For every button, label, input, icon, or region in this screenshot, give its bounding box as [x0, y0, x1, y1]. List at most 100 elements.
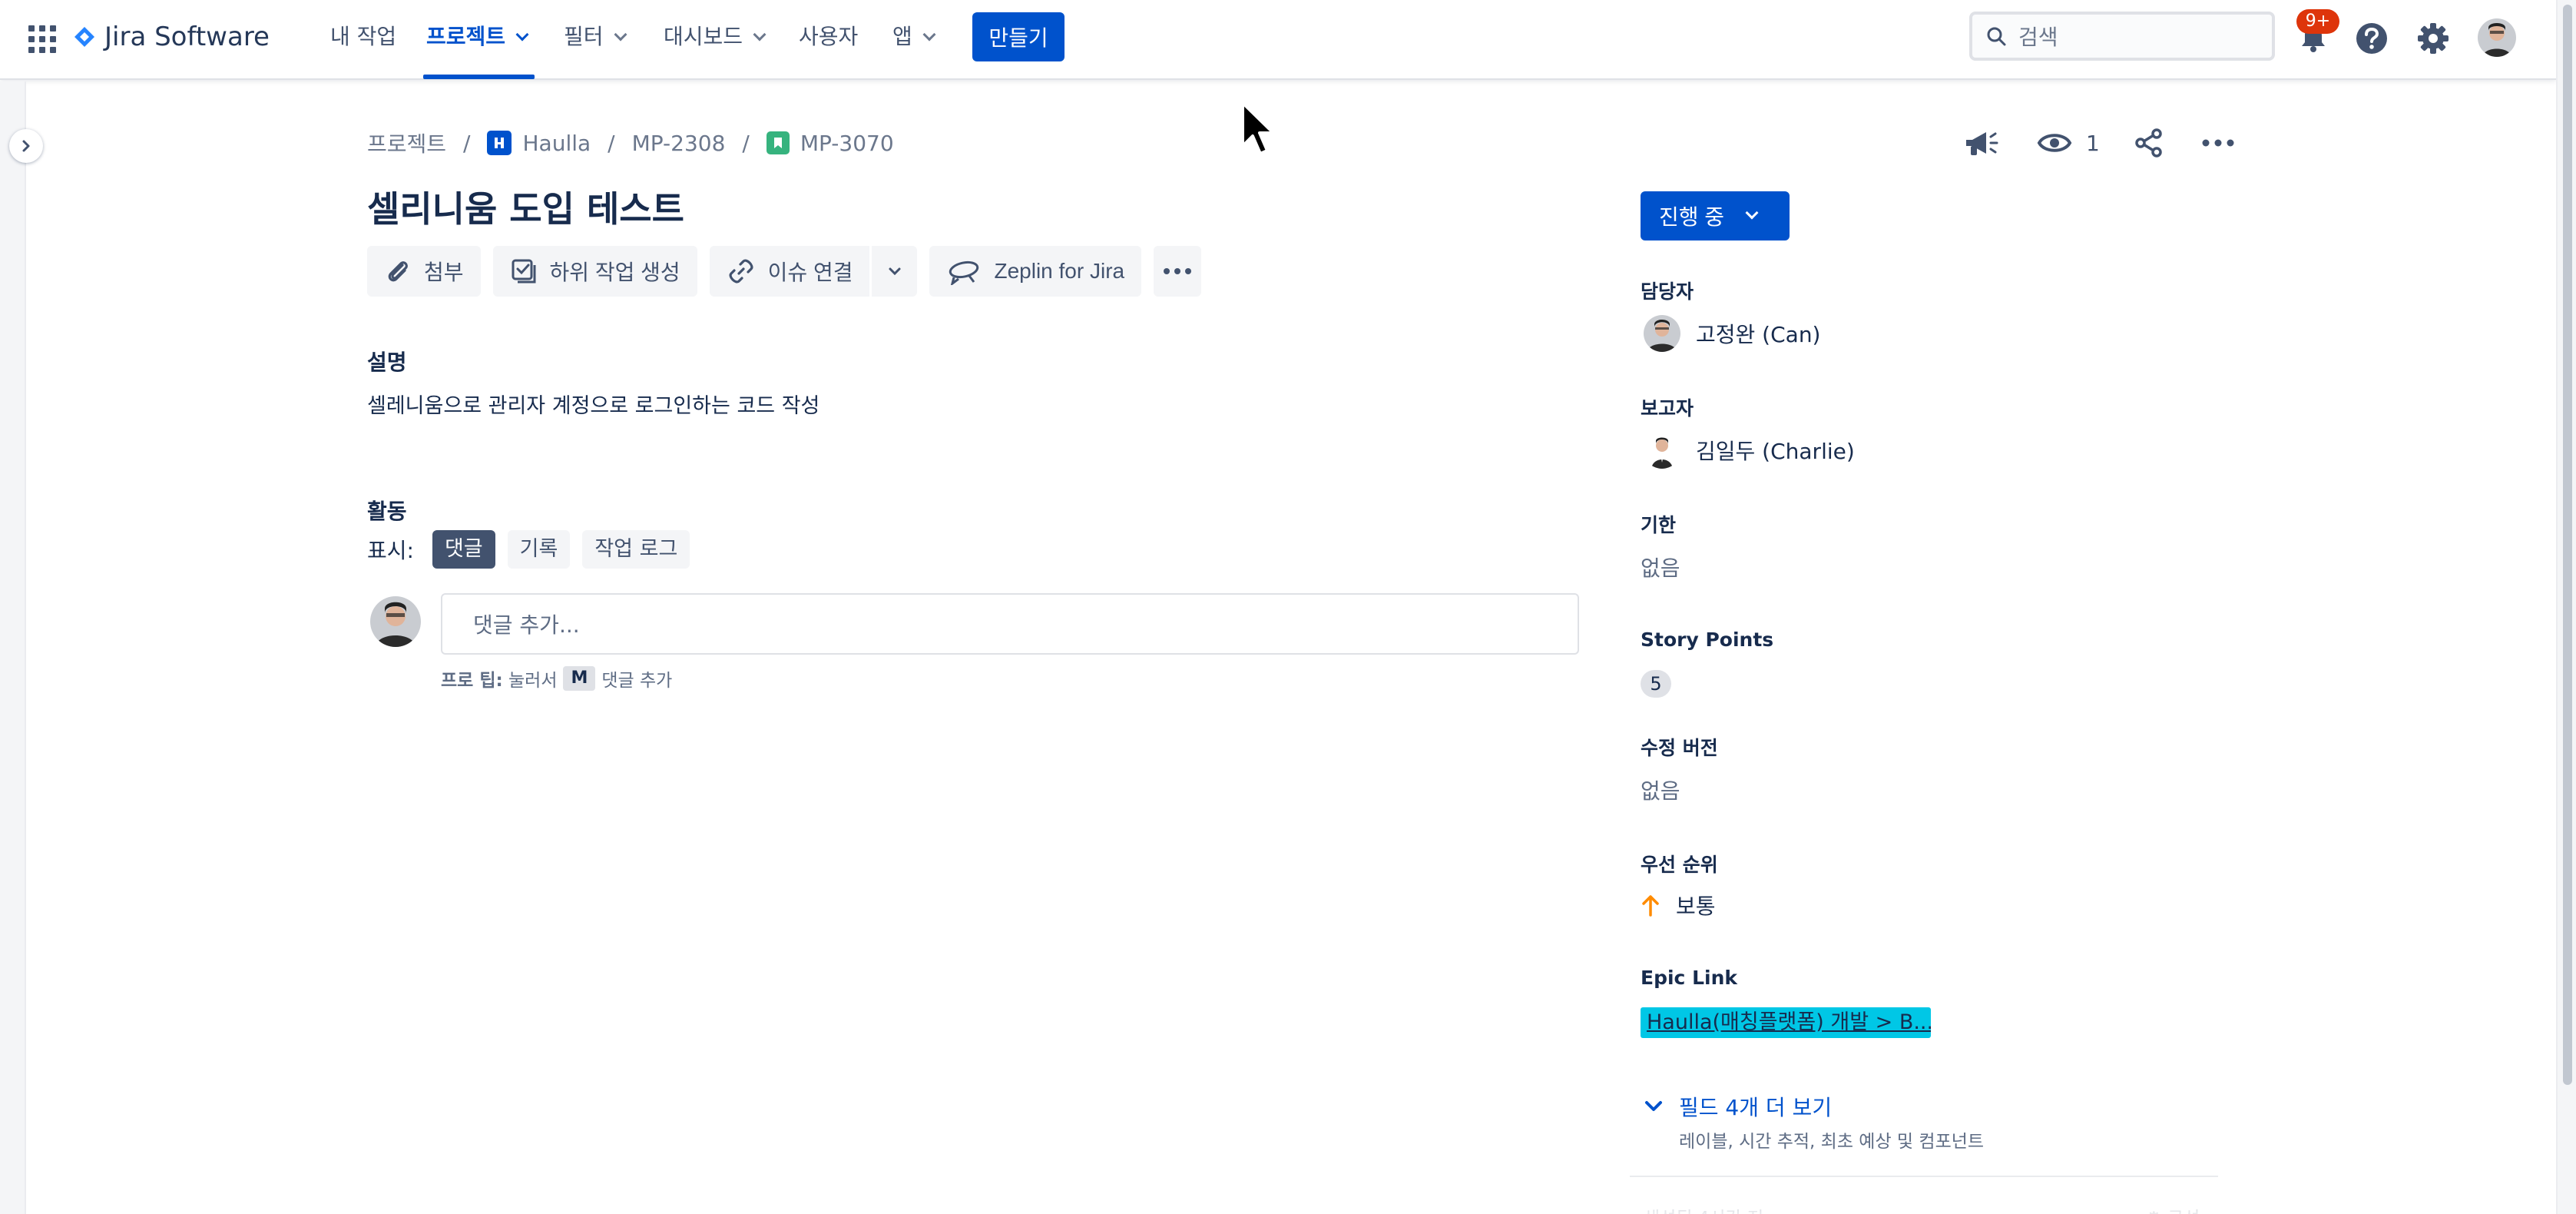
divider	[1630, 1176, 2218, 1177]
avatar	[370, 596, 421, 647]
epic-link-label: Epic Link	[1641, 967, 1737, 989]
activity-heading: 활동	[367, 499, 407, 524]
link-icon	[729, 259, 753, 284]
keyboard-shortcut-key: M	[563, 666, 596, 691]
watch-button[interactable]: 1	[2037, 123, 2100, 163]
nav-dashboards[interactable]: 대시보드	[664, 17, 767, 57]
link-issue-dropdown[interactable]	[869, 246, 918, 297]
product-name: Jira Software	[104, 22, 270, 52]
show-label: 표시:	[367, 538, 414, 563]
scrollbar-thumb[interactable]	[2563, 5, 2572, 1085]
help-button[interactable]	[2352, 18, 2392, 58]
arrow-up-icon	[1642, 895, 1659, 917]
chevron-down-icon	[614, 28, 627, 41]
fix-version-field[interactable]: 없음	[1641, 775, 1680, 805]
priority-field[interactable]: 보통	[1641, 890, 1716, 920]
link-issue-group: 이슈 연결	[709, 246, 918, 297]
expand-sidebar-button[interactable]	[9, 129, 43, 163]
watchers-count: 1	[2086, 130, 2100, 156]
description-heading: 설명	[367, 350, 407, 375]
due-date-field[interactable]: 없음	[1641, 552, 1680, 582]
due-date-label: 기한	[1641, 514, 1677, 536]
more-fields-description: 레이블, 시간 추적, 최초 예상 및 컴포넌트	[1679, 1132, 1985, 1152]
priority-label: 우선 순위	[1641, 854, 1718, 876]
more-actions-button[interactable]	[2201, 123, 2235, 163]
feedback-button[interactable]	[1963, 123, 1998, 163]
project-icon	[487, 131, 512, 155]
breadcrumb-project[interactable]: Haulla	[522, 131, 591, 156]
breadcrumb: 프로젝트 / Haulla / MP-2308 / MP-3070	[367, 126, 894, 160]
tab-comments[interactable]: 댓글	[432, 530, 495, 569]
story-points-badge: 5	[1641, 670, 1671, 698]
nav-apps[interactable]: 앱	[892, 17, 936, 57]
reporter-field[interactable]: 김일두 (Charlie)	[1641, 432, 1855, 469]
show-more-fields-button[interactable]: 필드 4개 더 보기	[1644, 1091, 1832, 1122]
pro-tip: 프로 팁: 눌러서 M 댓글 추가	[441, 665, 672, 692]
nav-my-work[interactable]: 내 작업	[330, 17, 396, 57]
breadcrumb-separator: /	[463, 130, 471, 156]
search-input[interactable]: 검색	[1969, 12, 2275, 61]
jira-logo[interactable]: Jira Software	[74, 18, 270, 55]
zeplin-button[interactable]: Zeplin for Jira	[929, 246, 1142, 297]
more-icon	[2202, 139, 2234, 147]
jira-logo-icon	[74, 27, 94, 47]
chevron-down-icon	[889, 267, 901, 276]
issue-title[interactable]: 셀리니움 도입 테스트	[367, 181, 684, 232]
breadcrumb-issue[interactable]: MP-3070	[800, 131, 894, 156]
tab-history[interactable]: 기록	[507, 530, 571, 569]
link-issue-button[interactable]: 이슈 연결	[709, 246, 870, 297]
status-button[interactable]: 진행 중	[1641, 191, 1790, 240]
eye-icon	[2037, 134, 2072, 152]
tab-worklog[interactable]: 작업 로그	[582, 530, 690, 569]
nav-people[interactable]: 사용자	[799, 17, 858, 57]
breadcrumb-epic[interactable]: MP-2308	[632, 131, 726, 156]
megaphone-icon	[1966, 132, 1998, 155]
notification-badge: 9+	[2296, 9, 2339, 34]
app-switcher-icon[interactable]	[26, 23, 57, 54]
nav-projects[interactable]: 프로젝트	[426, 17, 529, 57]
attach-button[interactable]: 첨부	[367, 246, 481, 297]
search-placeholder: 검색	[2018, 25, 2058, 50]
reporter-label: 보고자	[1641, 397, 1694, 420]
created-timestamp: 생성됨 4시간 전	[1644, 1203, 1763, 1214]
configure-link[interactable]: ⚙ 구성	[2146, 1203, 2200, 1214]
story-points-label: Story Points	[1641, 629, 1774, 651]
create-subtask-button[interactable]: 하위 작업 생성	[492, 246, 697, 297]
story-icon	[766, 131, 790, 154]
nav-filters[interactable]: 필터	[564, 17, 627, 57]
mouse-cursor-icon	[1241, 101, 1275, 155]
breadcrumb-separator: /	[608, 130, 615, 156]
epic-link[interactable]: Haulla(매칭플랫폼) 개발 > B...	[1641, 1007, 1931, 1038]
share-button[interactable]	[2134, 123, 2164, 163]
chevron-right-icon	[22, 140, 30, 152]
settings-button[interactable]	[2413, 18, 2453, 58]
assignee-label: 담당자	[1641, 280, 1694, 303]
activity-filter: 표시: 댓글 기록 작업 로그	[367, 530, 702, 569]
avatar	[1644, 315, 1680, 352]
chevron-down-icon	[753, 28, 767, 41]
left-sidebar-collapsed	[0, 81, 26, 1214]
search-icon	[1987, 27, 2006, 46]
more-icon	[1164, 268, 1170, 274]
subtask-icon	[512, 259, 536, 284]
assignee-field[interactable]: 고정완 (Can)	[1641, 315, 1820, 352]
description-text[interactable]: 셀레니움으로 관리자 계정으로 로그인하는 코드 작성	[367, 389, 819, 419]
avatar	[1644, 432, 1680, 469]
comment-placeholder: 댓글 추가...	[473, 612, 580, 638]
toolbar-more-button[interactable]	[1154, 246, 1202, 297]
breadcrumb-projects[interactable]: 프로젝트	[367, 128, 446, 158]
active-nav-indicator	[423, 75, 535, 79]
chevron-down-icon	[515, 28, 529, 41]
help-icon	[2356, 23, 2387, 54]
comment-input[interactable]: 댓글 추가...	[441, 593, 1579, 655]
user-avatar[interactable]	[2478, 18, 2516, 57]
chevron-down-icon	[1745, 206, 1759, 220]
settings-icon	[2418, 23, 2449, 54]
story-points-field[interactable]: 5	[1641, 670, 1671, 698]
chevron-down-icon	[1645, 1101, 1662, 1111]
fix-version-label: 수정 버전	[1641, 737, 1718, 759]
page-scrollbar[interactable]	[2556, 0, 2576, 1214]
create-button[interactable]: 만들기	[972, 12, 1065, 61]
breadcrumb-separator: /	[742, 130, 750, 156]
zeplin-icon	[949, 260, 979, 285]
